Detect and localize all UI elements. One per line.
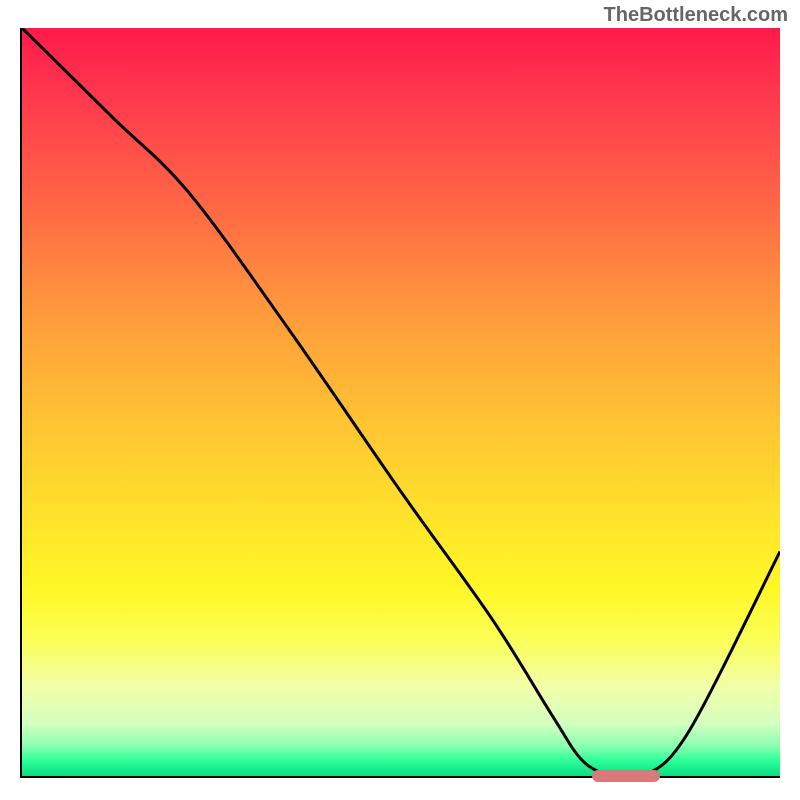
watermark-text: TheBottleneck.com — [604, 4, 788, 27]
optimum-marker — [592, 770, 660, 782]
curve-svg — [22, 28, 780, 776]
bottleneck-curve-line — [22, 28, 780, 776]
plot-area — [20, 28, 780, 778]
